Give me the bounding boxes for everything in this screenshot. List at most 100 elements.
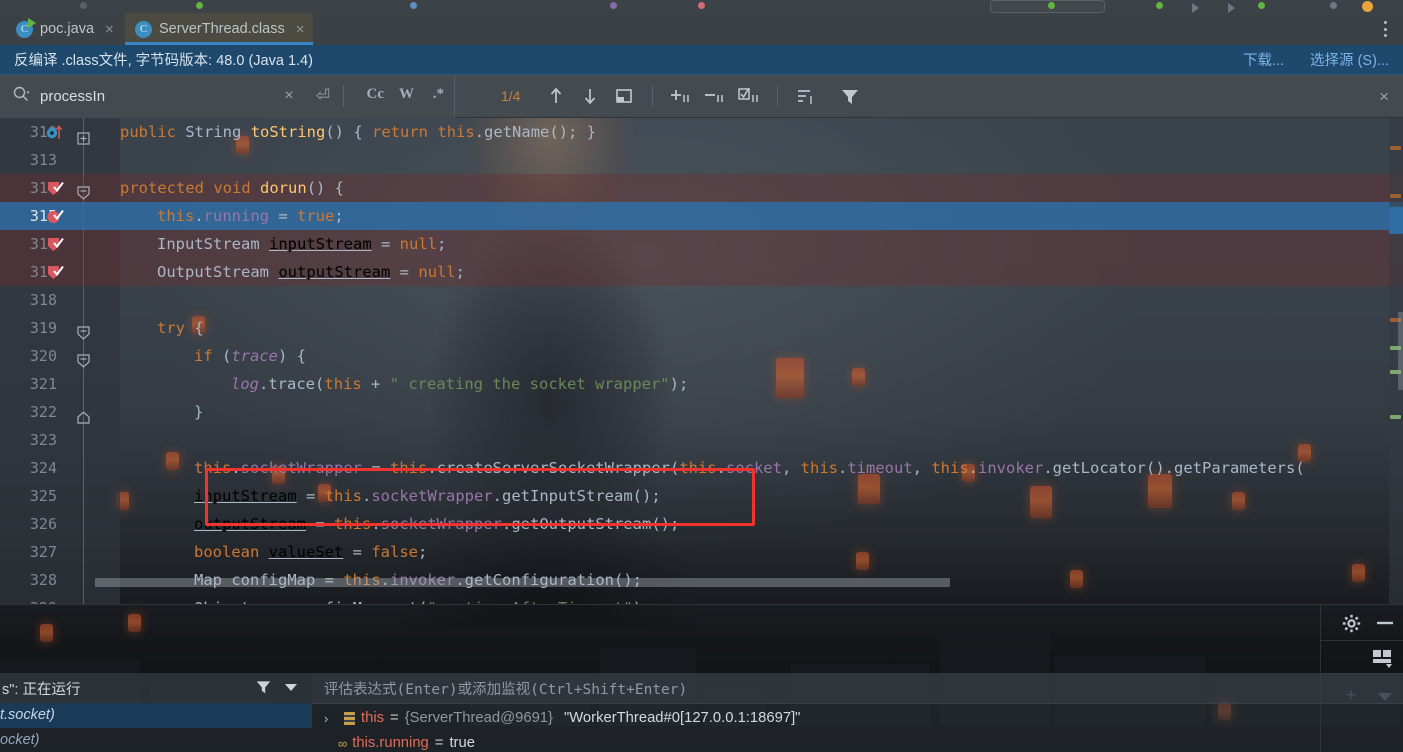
variable-class: {ServerThread@9691} xyxy=(405,706,553,731)
code-line[interactable]: 318 xyxy=(0,286,1403,314)
toggle-line-icon[interactable] xyxy=(735,82,763,110)
frame-label: t.socket) xyxy=(0,707,55,723)
code-line[interactable]: 322} xyxy=(0,398,1403,426)
frame-row[interactable]: ocket) xyxy=(0,728,312,752)
code-line[interactable]: 313 xyxy=(0,146,1403,174)
filter-icon[interactable] xyxy=(255,678,272,699)
layout-icon[interactable] xyxy=(1368,643,1398,673)
code-line[interactable]: 324this.socketWrapper = this.createServe… xyxy=(0,454,1403,482)
code-line[interactable]: 310public String toString() { return thi… xyxy=(0,118,1403,146)
find-newline-icon[interactable]: ⏎ xyxy=(310,83,336,109)
frame-label: ocket) xyxy=(0,732,40,748)
run-config-icon[interactable] xyxy=(1048,2,1055,9)
regex-toggle[interactable]: .* xyxy=(425,86,452,103)
notifications-icon[interactable] xyxy=(1362,1,1373,12)
debugger-frames-panel[interactable]: s": 正在运行 t.socket) ocket) xyxy=(0,673,312,752)
match-case-toggle[interactable]: Cc xyxy=(359,86,393,103)
debugger-panel[interactable]: s": 正在运行 t.socket) ocket) 评估表达式(Enter)或添… xyxy=(0,673,1403,752)
code-text: this.running = true; xyxy=(120,202,344,230)
breakpoint-verified-icon[interactable] xyxy=(46,235,64,253)
notification-message: 反编译 .class文件, 字节码版本: 48.0 (Java 1.4) xyxy=(14,49,313,70)
minimize-icon[interactable] xyxy=(1370,608,1400,638)
run-button-icon[interactable] xyxy=(1156,2,1163,9)
code-text: public String toString() { return this.g… xyxy=(120,118,596,146)
debug-icon[interactable] xyxy=(1192,3,1199,13)
code-editor[interactable]: 310public String toString() { return thi… xyxy=(0,118,1403,605)
run-with-coverage-icon[interactable] xyxy=(1228,3,1235,13)
horizontal-scrollbar[interactable] xyxy=(95,578,950,587)
code-line[interactable]: 316InputStream inputStream = null; xyxy=(0,230,1403,258)
code-line[interactable]: 317OutputStream outputStream = null; xyxy=(0,258,1403,286)
chevron-down-icon[interactable] xyxy=(284,680,298,696)
fold-plus-icon[interactable] xyxy=(76,126,91,139)
fold-end-icon[interactable] xyxy=(76,406,91,419)
find-input[interactable] xyxy=(40,88,250,105)
coverage-icon[interactable] xyxy=(698,2,705,9)
search-everywhere-icon[interactable] xyxy=(1330,2,1337,9)
stripe-marker[interactable] xyxy=(1390,194,1401,198)
code-line[interactable]: 327boolean valueSet = false; xyxy=(0,538,1403,566)
profile-icon[interactable] xyxy=(610,2,617,9)
code-text: inputStream = this.socketWrapper.getInpu… xyxy=(120,482,661,510)
tab-close-icon[interactable]: × xyxy=(296,22,305,37)
toolbar-icon[interactable] xyxy=(80,2,87,9)
code-line[interactable]: 314protected void dorun() { xyxy=(0,174,1403,202)
words-toggle[interactable]: W xyxy=(391,86,422,103)
vertical-scrollbar-thumb[interactable] xyxy=(1398,312,1403,390)
main-toolbar-strip[interactable] xyxy=(0,0,1403,13)
find-clear-icon[interactable]: × xyxy=(276,83,302,109)
choose-sources-link[interactable]: 选择源 (S)... xyxy=(1310,49,1389,70)
tab-overflow-menu[interactable] xyxy=(1377,19,1393,39)
code-line[interactable]: 326outputStream = this.socketWrapper.get… xyxy=(0,510,1403,538)
thread-label: s": 正在运行 xyxy=(2,678,80,699)
frames-thread-header[interactable]: s": 正在运行 xyxy=(0,673,312,703)
fold-minus-icon[interactable] xyxy=(76,182,91,195)
code-lines[interactable]: 310public String toString() { return thi… xyxy=(0,118,1403,605)
debugger-side-buttons[interactable]: + xyxy=(1320,605,1403,673)
find-toolbar[interactable]: × ⏎ Cc W .* 1/4 xyxy=(0,75,1403,118)
variable-row-this[interactable]: › this = {ServerThread@9691} "WorkerThre… xyxy=(312,706,800,731)
download-sources-link[interactable]: 下载... xyxy=(1243,49,1284,70)
run-icon[interactable] xyxy=(196,2,203,9)
attach-icon[interactable] xyxy=(1258,2,1265,9)
code-line[interactable]: 321log.trace(this + " creating the socke… xyxy=(0,370,1403,398)
stripe-marker[interactable] xyxy=(1390,146,1401,150)
select-all-occurrences-icon[interactable] xyxy=(610,82,638,110)
frame-row[interactable]: t.socket) xyxy=(0,703,312,728)
evaluate-expression-input[interactable]: 评估表达式(Enter)或添加监视(Ctrl+Shift+Enter) xyxy=(312,673,1403,704)
editor-tab-bar[interactable]: C poc.java × C ServerThread.class × xyxy=(0,13,1403,45)
sort-lines-icon[interactable] xyxy=(792,82,820,110)
remove-line-icon[interactable] xyxy=(701,82,729,110)
breakpoint-current-icon[interactable] xyxy=(46,207,64,225)
find-field-wrap[interactable]: × ⏎ Cc W .* xyxy=(0,75,455,118)
breakpoint-verified-icon[interactable] xyxy=(46,179,64,197)
settings-gear-icon[interactable] xyxy=(1336,608,1366,638)
code-text: boolean valueSet = false; xyxy=(120,538,427,566)
filter-icon[interactable] xyxy=(836,82,864,110)
debugger-variables-panel[interactable]: 评估表达式(Enter)或添加监视(Ctrl+Shift+Enter) › th… xyxy=(312,673,1403,752)
find-tools[interactable] xyxy=(542,82,864,110)
search-icon[interactable] xyxy=(12,85,30,108)
override-icon[interactable] xyxy=(46,123,64,141)
fold-minus-icon[interactable] xyxy=(76,350,91,363)
variable-row-this-running[interactable]: ∞ this.running = true xyxy=(312,731,475,752)
add-line-icon[interactable] xyxy=(667,82,695,110)
stripe-marker-current[interactable] xyxy=(1389,207,1403,234)
stripe-marker[interactable] xyxy=(1390,415,1401,419)
code-line[interactable]: 323 xyxy=(0,426,1403,454)
find-previous-icon[interactable] xyxy=(542,82,570,110)
find-match-count: 1/4 xyxy=(501,88,520,104)
tab-close-icon[interactable]: × xyxy=(105,22,114,37)
build-icon[interactable] xyxy=(410,2,417,9)
editor-tab-serverthread-class[interactable]: C ServerThread.class × xyxy=(125,13,313,45)
breakpoint-verified-icon[interactable] xyxy=(46,263,64,281)
find-next-icon[interactable] xyxy=(576,82,604,110)
find-close-icon[interactable]: × xyxy=(1379,87,1389,107)
expand-chevron-icon[interactable]: › xyxy=(324,706,338,731)
editor-tab-poc-java[interactable]: C poc.java × xyxy=(6,13,123,45)
code-line[interactable]: 315this.running = true; xyxy=(0,202,1403,230)
code-line[interactable]: 319try { xyxy=(0,314,1403,342)
fold-minus-icon[interactable] xyxy=(76,322,91,335)
code-line[interactable]: 325inputStream = this.socketWrapper.getI… xyxy=(0,482,1403,510)
code-line[interactable]: 320if (trace) { xyxy=(0,342,1403,370)
